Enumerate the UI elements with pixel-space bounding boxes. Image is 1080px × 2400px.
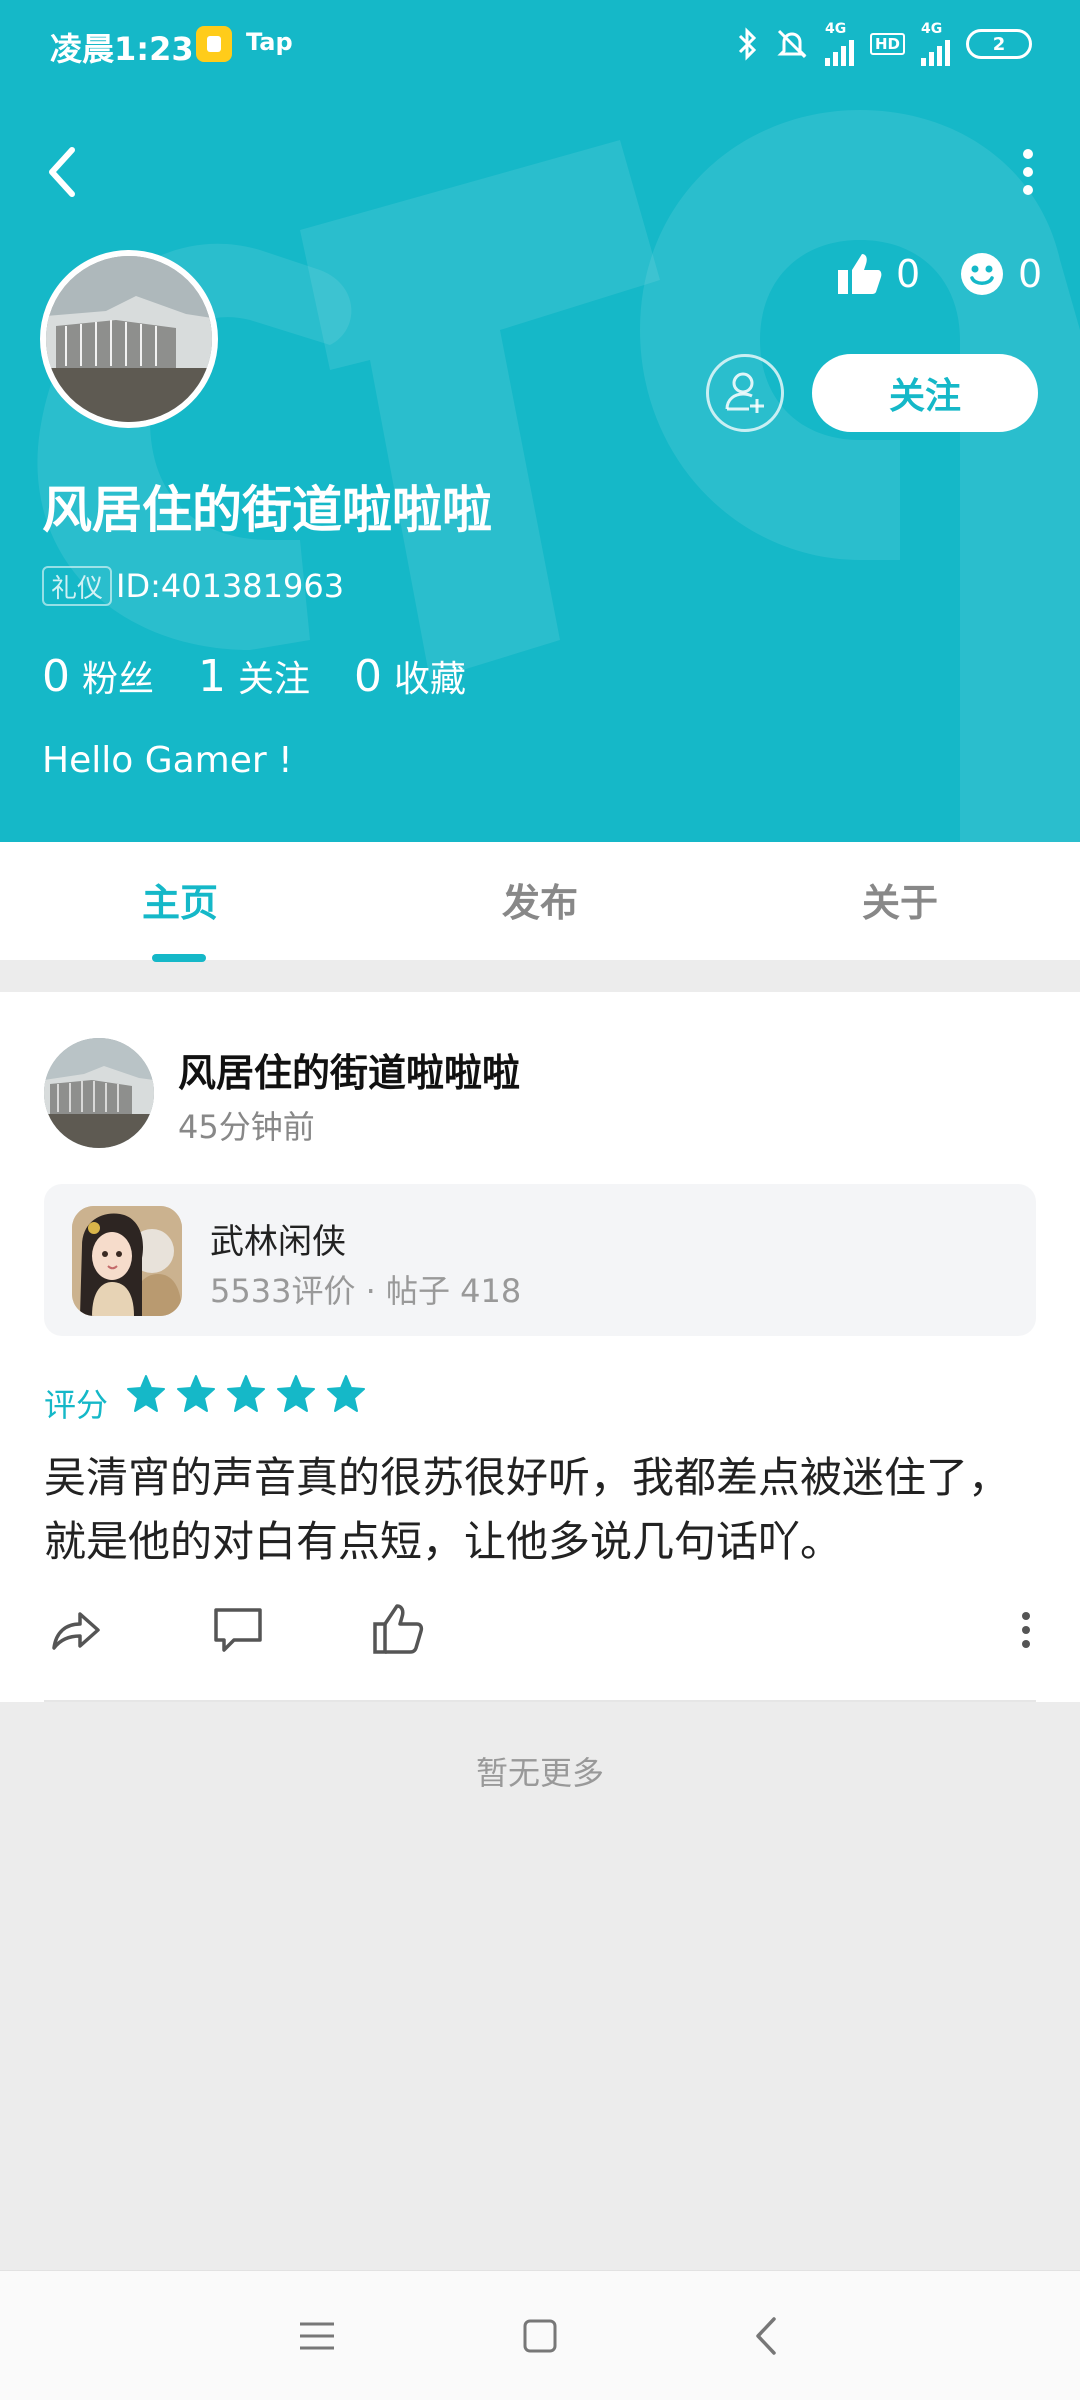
post-actions [0,1602,1080,1668]
tab-posts[interactable]: 发布 [502,872,578,927]
add-user-icon [725,372,764,413]
card-divider [44,1700,1036,1702]
followers-count[interactable]: 0 [42,651,70,702]
game-card[interactable] [44,1184,1036,1336]
status-icons: 4G HD 4G 2 [737,22,1032,66]
app-notification-icon [196,26,232,62]
signal-1: 4G [824,22,854,66]
like-icon[interactable] [370,1602,426,1658]
post-timestamp: 45分钟前 [178,1108,315,1146]
post-more-icon[interactable] [1012,1602,1040,1658]
profile-username: 风居住的街道啦啦啦 [42,481,492,539]
signal-2: 4G [921,22,950,66]
star-icon [127,1375,165,1412]
review-text[interactable]: 吴清宵的声音真的很苏很好听，我都差点被迷住了，就是他的对白有点短，让他多说几句话… [44,1446,1036,1574]
review-card [0,992,1080,1702]
nav-back-icon[interactable] [742,2311,792,2361]
favorites-label[interactable]: 收藏 [394,650,466,702]
back-icon[interactable] [40,142,84,202]
hd-badge: HD [869,33,905,55]
profile-stats: 0 粉丝 1 关注 0 收藏 [42,650,510,702]
system-nav-bar [0,2270,1080,2400]
profile-tabs: 主页 发布 关于 [0,842,1080,960]
following-label[interactable]: 关注 [238,650,310,702]
user-avatar[interactable] [40,250,218,428]
star-icon [327,1375,365,1412]
rating-label: 评分 [44,1386,109,1424]
star-icon [227,1375,265,1412]
user-id: ID:401381963 [116,567,345,605]
tab-about[interactable]: 关于 [862,872,938,927]
post-author-name[interactable]: 风居住的街道啦啦啦 [178,1042,520,1097]
star-icon [277,1375,315,1412]
active-tab-indicator [152,954,206,962]
profile-bio: Hello Gamer ! [42,740,293,781]
user-tag-badge[interactable]: 礼仪 [42,566,112,606]
no-more-label: 暂无更多 [475,1754,604,1792]
status-bar: 凌晨1:23 Tap 4G HD 4G 2 [0,0,1080,92]
following-count[interactable]: 1 [198,651,226,702]
bluetooth-icon [738,27,757,61]
follow-button[interactable]: 关注 [812,354,1038,432]
mute-bell-icon [777,29,807,59]
star-icon [177,1375,215,1412]
tab-home[interactable]: 主页 [142,872,218,927]
like-count[interactable]: 0 [836,252,920,296]
rating-stars [126,1374,366,1414]
smile-icon [961,253,1003,295]
profile-header: 凌晨1:23 Tap 4G HD 4G 2 0 0 关注 风居住的街道啦啦啦 礼… [0,0,1080,842]
game-meta: 5533评价 · 帖子 418 [210,1272,522,1310]
game-name[interactable]: 武林闲侠 [210,1214,346,1263]
thumbs-up-icon [838,254,882,294]
favorites-count[interactable]: 0 [354,651,382,702]
share-icon[interactable] [48,1602,104,1658]
status-app-label: Tap [246,28,293,56]
followers-label[interactable]: 粉丝 [82,650,154,702]
game-icon[interactable] [72,1206,182,1316]
add-friend-button[interactable] [706,354,784,432]
home-icon[interactable] [515,2311,565,2361]
post-author-avatar[interactable] [44,1038,154,1148]
menu-icon[interactable] [292,2311,342,2361]
more-options-icon[interactable] [1016,148,1040,196]
smile-count[interactable]: 0 [960,252,1042,296]
battery-icon: 2 [966,29,1032,59]
status-time: 凌晨1:23 [50,30,194,68]
comment-icon[interactable] [210,1602,266,1658]
